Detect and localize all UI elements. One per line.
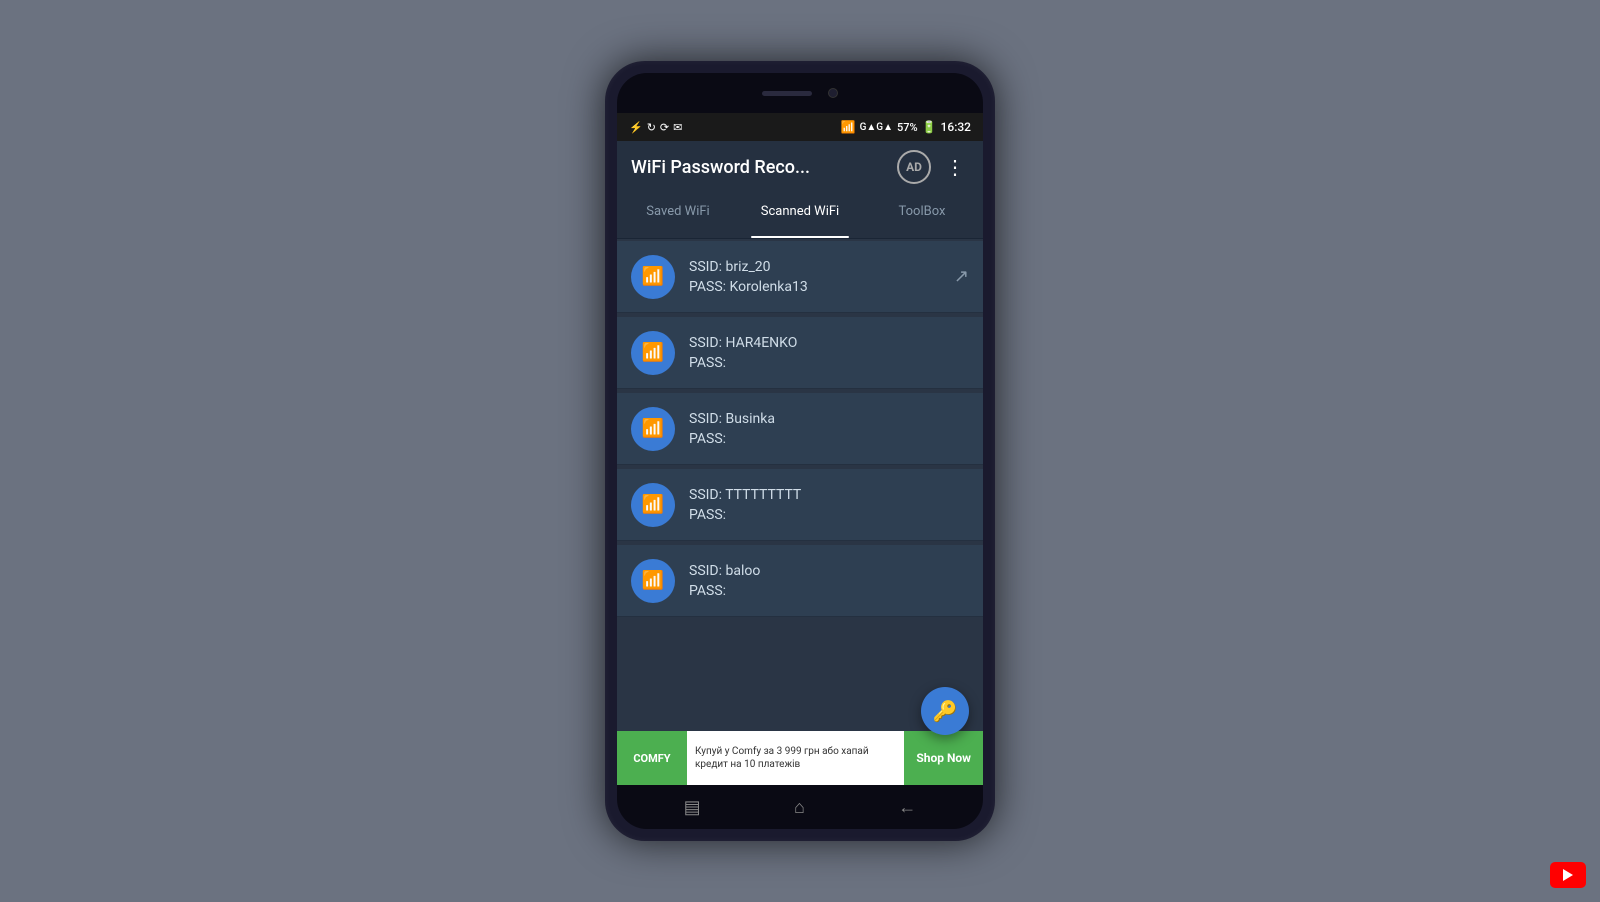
app-header: WiFi Password Reco... AD ⋮ <box>617 141 983 193</box>
share-icon-0[interactable]: ↗ <box>954 266 969 287</box>
wifi-pass-1: PASS: <box>689 355 969 371</box>
wifi-icon-circle-0: 📶 <box>631 255 675 299</box>
wifi-pass-3: PASS: <box>689 507 969 523</box>
wifi-info-1: SSID: HAR4ENKO PASS: <box>689 335 969 371</box>
key-icon: 🔑 <box>933 699 958 723</box>
sync-icon: ↻ <box>647 121 656 134</box>
app-title: WiFi Password Reco... <box>631 157 887 178</box>
tab-toolbox-label: ToolBox <box>899 204 946 219</box>
youtube-watermark <box>1550 862 1586 888</box>
ad-text-content: Купуй у Comfy за 3 999 грн або хапай кре… <box>687 745 904 771</box>
wifi-pass-2: PASS: <box>689 431 969 447</box>
status-bar: ⚡ ↻ ⟳ ✉ 📶 G▲G▲ 57% 🔋 16:32 <box>617 113 983 141</box>
tab-scanned-label: Scanned WiFi <box>761 204 839 219</box>
wifi-icon: 📶 <box>841 120 856 134</box>
ad-image: COMFY <box>617 731 687 785</box>
phone-camera <box>828 88 838 98</box>
status-right-icons: 📶 G▲G▲ 57% 🔋 16:32 <box>841 120 971 134</box>
fab-key-button[interactable]: 🔑 <box>921 687 969 735</box>
wifi-signal-icon-4: 📶 <box>642 570 664 591</box>
tab-toolbox[interactable]: ToolBox <box>861 193 983 238</box>
wifi-item-0[interactable]: 📶 SSID: briz_20 PASS: Korolenka13 ↗ <box>617 241 983 313</box>
wifi-list: 📶 SSID: briz_20 PASS: Korolenka13 ↗ 📶 SS… <box>617 239 983 731</box>
wifi-ssid-4: SSID: baloo <box>689 563 969 579</box>
status-left-icons: ⚡ ↻ ⟳ ✉ <box>629 121 682 134</box>
bottom-nav: ▤ ⌂ ← <box>617 785 983 829</box>
wifi-icon-circle-1: 📶 <box>631 331 675 375</box>
nav-menu-button[interactable]: ▤ <box>668 791 717 824</box>
signal-label: G▲G▲ <box>860 122 893 133</box>
phone-speaker <box>762 91 812 96</box>
wifi-signal-icon-2: 📶 <box>642 418 664 439</box>
battery-label: 57% <box>897 121 918 134</box>
tabs-bar: Saved WiFi Scanned WiFi ToolBox <box>617 193 983 239</box>
time-label: 16:32 <box>941 120 971 134</box>
wifi-ssid-2: SSID: Businka <box>689 411 969 427</box>
wifi-pass-0: PASS: Korolenka13 <box>689 279 940 295</box>
phone-top <box>617 73 983 113</box>
wifi-pass-4: PASS: <box>689 583 969 599</box>
ad-banner[interactable]: COMFY Купуй у Comfy за 3 999 грн або хап… <box>617 731 983 785</box>
nav-back-button[interactable]: ← <box>882 791 932 824</box>
wifi-signal-icon-3: 📶 <box>642 494 664 515</box>
more-menu-button[interactable]: ⋮ <box>941 151 969 183</box>
wifi-icon-circle-4: 📶 <box>631 559 675 603</box>
wifi-info-0: SSID: briz_20 PASS: Korolenka13 <box>689 259 940 295</box>
wifi-info-3: SSID: TTTTTTTTT PASS: <box>689 487 969 523</box>
wifi-info-2: SSID: Businka PASS: <box>689 411 969 447</box>
wifi-item-4[interactable]: 📶 SSID: baloo PASS: <box>617 545 983 617</box>
phone-container: ⚡ ↻ ⟳ ✉ 📶 G▲G▲ 57% 🔋 16:32 WiFi Password… <box>605 61 995 841</box>
youtube-play-icon <box>1563 869 1573 881</box>
tab-saved-label: Saved WiFi <box>646 204 709 219</box>
tab-scanned-wifi[interactable]: Scanned WiFi <box>739 193 861 238</box>
wifi-ssid-1: SSID: HAR4ENKO <box>689 335 969 351</box>
ad-cta-button[interactable]: Shop Now <box>904 731 983 785</box>
usb-icon: ⚡ <box>629 121 643 134</box>
ad-logo: COMFY <box>633 752 670 765</box>
wifi-ssid-3: SSID: TTTTTTTTT <box>689 487 969 503</box>
tab-saved-wifi[interactable]: Saved WiFi <box>617 193 739 238</box>
wifi-icon-circle-2: 📶 <box>631 407 675 451</box>
wifi-item-3[interactable]: 📶 SSID: TTTTTTTTT PASS: <box>617 469 983 541</box>
wifi-info-4: SSID: baloo PASS: <box>689 563 969 599</box>
phone-screen: ⚡ ↻ ⟳ ✉ 📶 G▲G▲ 57% 🔋 16:32 WiFi Password… <box>617 73 983 829</box>
wifi-item-2[interactable]: 📶 SSID: Businka PASS: <box>617 393 983 465</box>
wifi-icon-circle-3: 📶 <box>631 483 675 527</box>
ad-badge[interactable]: AD <box>897 150 931 184</box>
refresh-icon: ⟳ <box>660 121 669 134</box>
wifi-ssid-0: SSID: briz_20 <box>689 259 940 275</box>
content-area: 📶 SSID: briz_20 PASS: Korolenka13 ↗ 📶 SS… <box>617 239 983 785</box>
wifi-item-1[interactable]: 📶 SSID: HAR4ENKO PASS: <box>617 317 983 389</box>
mail-icon: ✉ <box>673 121 682 134</box>
wifi-signal-icon-0: 📶 <box>642 266 664 287</box>
nav-home-button[interactable]: ⌂ <box>778 791 821 824</box>
battery-icon: 🔋 <box>922 120 937 134</box>
wifi-signal-icon-1: 📶 <box>642 342 664 363</box>
